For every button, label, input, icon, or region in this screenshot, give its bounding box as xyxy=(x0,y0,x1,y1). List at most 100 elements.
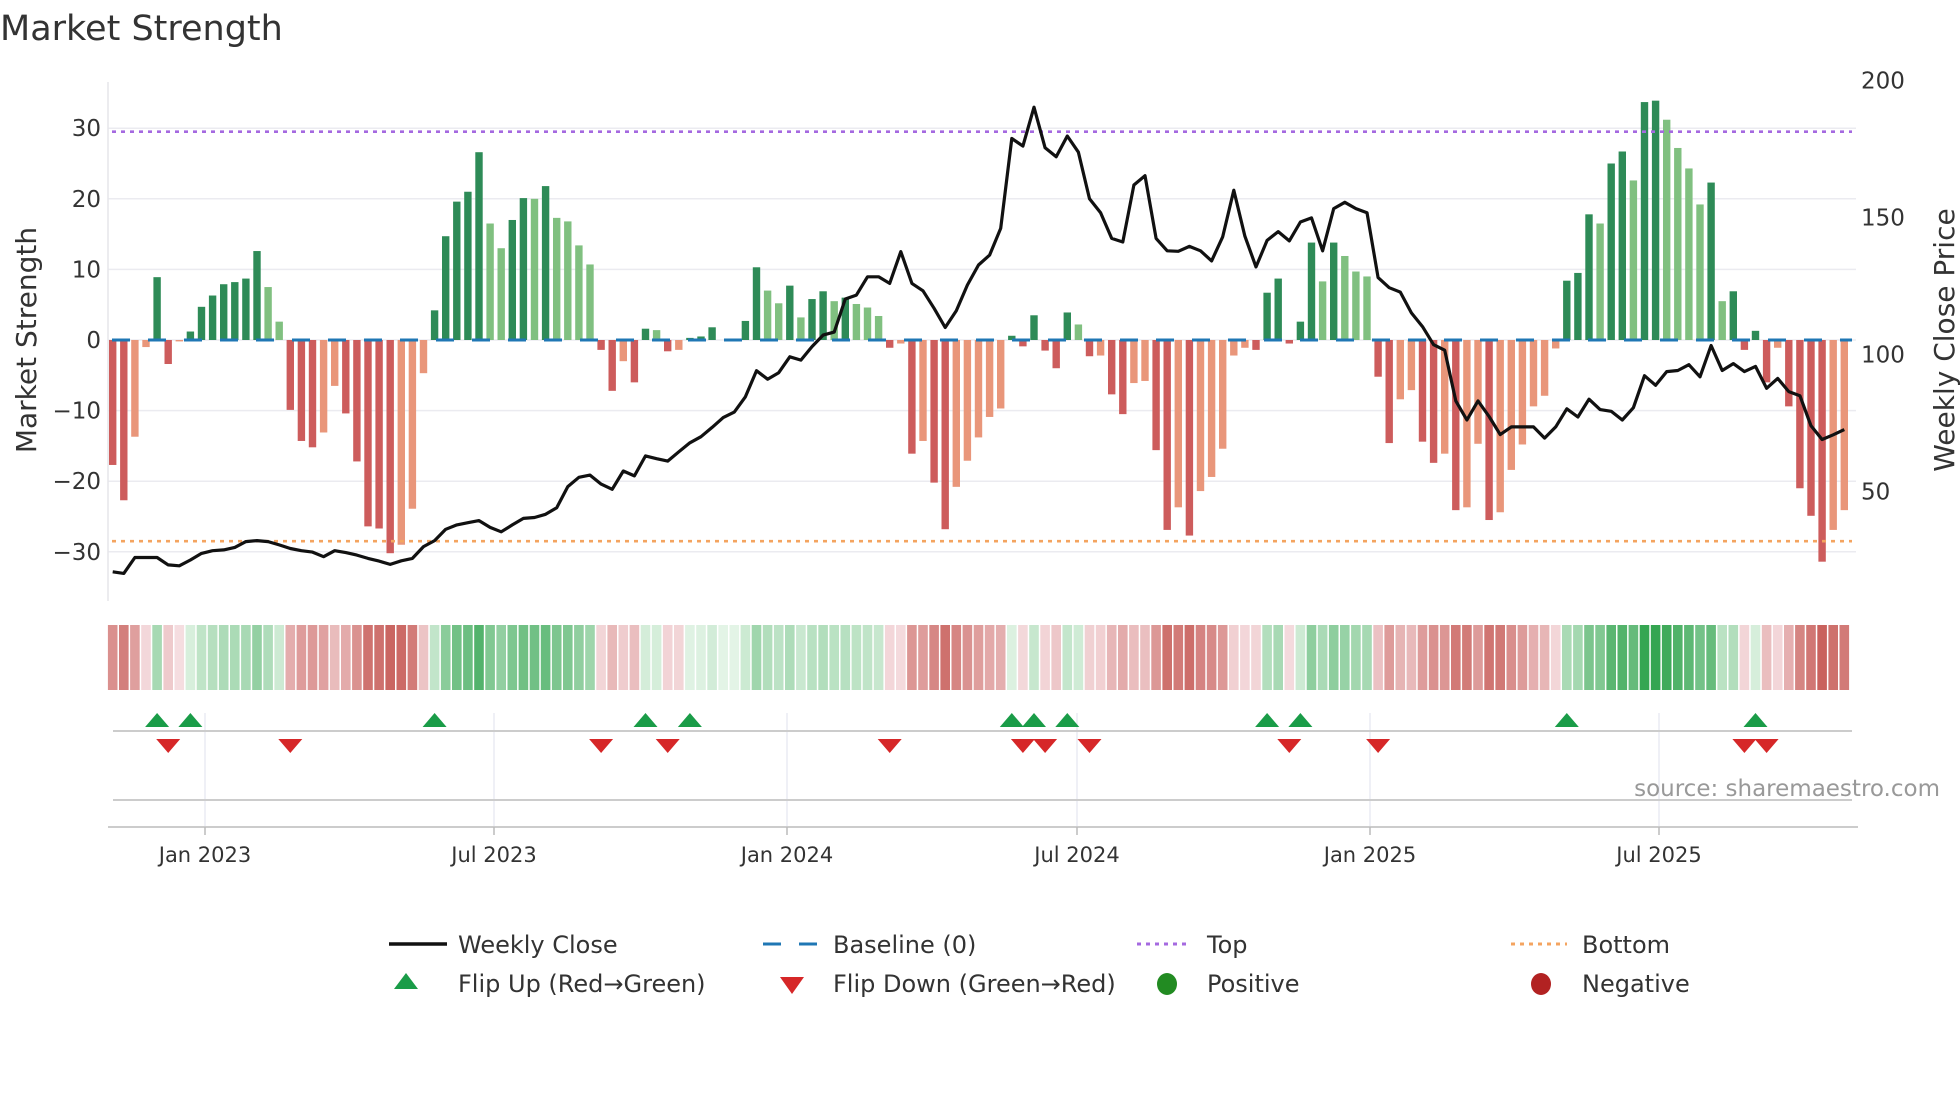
strength-bar xyxy=(1529,340,1538,407)
strip-cell xyxy=(1617,625,1628,690)
strength-bar xyxy=(220,284,228,340)
flip-up-marker xyxy=(145,713,170,727)
strength-bar xyxy=(897,340,905,344)
flip-up-marker xyxy=(677,713,702,727)
flip-up-marker xyxy=(178,713,203,727)
strip-cell xyxy=(1650,625,1661,690)
strip-cell xyxy=(241,625,251,690)
strength-bar xyxy=(752,267,761,340)
strength-bar xyxy=(1674,147,1682,340)
triangle-down-icon xyxy=(780,977,804,994)
strip-cell xyxy=(1373,625,1383,690)
strength-bar xyxy=(486,223,494,340)
strength-bar xyxy=(1152,340,1160,451)
strip-cell xyxy=(1517,625,1528,690)
strength-bar xyxy=(1485,340,1493,521)
strength-bar xyxy=(1429,340,1438,463)
legend-flip-down: Flip Down (Green→Red) xyxy=(780,970,1116,998)
strip-cell xyxy=(862,625,873,690)
strip-cell xyxy=(674,625,684,690)
strength-bar xyxy=(364,340,372,527)
strength-bar xyxy=(1252,340,1260,350)
strength-bar xyxy=(1330,242,1338,340)
strip-cell xyxy=(341,625,351,690)
strength-bar xyxy=(985,340,994,417)
strength-bar xyxy=(1574,272,1582,340)
strip-cell xyxy=(840,625,851,690)
left-tick-label: 20 xyxy=(72,187,101,213)
strip-cell xyxy=(1262,625,1272,690)
strip-cell xyxy=(518,625,529,690)
strip-cell xyxy=(940,625,950,690)
strip-cell xyxy=(796,625,806,690)
strength-bar xyxy=(442,236,450,340)
strength-bar xyxy=(1596,223,1604,340)
strip-cell xyxy=(218,625,229,690)
strength-bars xyxy=(109,100,1848,562)
strength-bar xyxy=(464,191,472,340)
x-tick-label: Jul 2023 xyxy=(449,843,536,867)
legend-top: Top xyxy=(1137,931,1248,959)
strength-bar xyxy=(353,340,361,462)
chart-title: Market Strength xyxy=(0,9,283,49)
strength-bar xyxy=(386,340,394,554)
strength-bar xyxy=(1452,340,1460,511)
strip-cell xyxy=(540,625,551,690)
strip-cell xyxy=(1317,625,1328,690)
strip-cell xyxy=(1151,625,1161,690)
strength-bar xyxy=(297,340,306,441)
x-tick-label: Jan 2024 xyxy=(739,843,834,867)
strip-cell xyxy=(396,625,407,690)
strip-cell xyxy=(1550,625,1561,690)
strip-cell xyxy=(119,625,129,690)
strip-cell xyxy=(418,625,429,690)
strength-bar xyxy=(1130,340,1138,384)
strength-bar xyxy=(863,307,872,340)
strength-bar xyxy=(963,340,972,461)
strip-cell xyxy=(1295,625,1306,690)
strip-cell xyxy=(962,625,973,690)
strip-cell xyxy=(762,625,773,690)
legend-bottom: Bottom xyxy=(1511,931,1670,959)
strip-cell xyxy=(352,625,362,690)
flip-markers xyxy=(145,713,1779,753)
flip-down-marker xyxy=(877,739,902,753)
strength-bar xyxy=(930,340,938,483)
strip-cell xyxy=(141,625,151,690)
strip-cell xyxy=(1639,625,1650,690)
flip-up-marker xyxy=(422,713,447,727)
strength-bar xyxy=(197,306,206,340)
strip-cell xyxy=(1750,625,1761,690)
strip-cell xyxy=(1772,625,1783,690)
left-tick-label: −30 xyxy=(52,540,101,566)
flip-up-marker xyxy=(1022,713,1046,727)
strength-bar xyxy=(1585,214,1593,340)
strip-cell xyxy=(296,625,307,690)
strength-bar xyxy=(1141,340,1149,381)
legend-baseline: Baseline (0) xyxy=(763,931,976,959)
strip-cell xyxy=(440,625,451,690)
strip-cell xyxy=(995,625,1006,690)
x-tick-label: Jan 2023 xyxy=(157,843,252,867)
strength-bar xyxy=(741,320,750,340)
strip-cell xyxy=(329,625,340,690)
strength-bar xyxy=(1318,281,1327,340)
legend-weekly-close: Weekly Close xyxy=(389,931,618,959)
strip-cell xyxy=(1828,625,1838,690)
strip-cell xyxy=(474,625,484,690)
strength-bar xyxy=(1196,340,1205,492)
strength-bar xyxy=(1185,340,1194,536)
strip-cell xyxy=(1084,625,1095,690)
strength-bar xyxy=(1651,100,1660,340)
strength-bar xyxy=(1729,291,1737,340)
left-tick-label: 30 xyxy=(72,116,101,142)
strip-cell xyxy=(1495,625,1505,690)
strip-cell xyxy=(230,625,240,690)
strip-cell xyxy=(1539,625,1550,690)
strength-bar xyxy=(1274,278,1282,340)
strip-cell xyxy=(973,625,984,690)
strip-cell xyxy=(1206,625,1217,690)
strip-cell xyxy=(907,625,917,690)
strip-cell xyxy=(818,625,828,690)
strength-bar xyxy=(242,278,250,340)
